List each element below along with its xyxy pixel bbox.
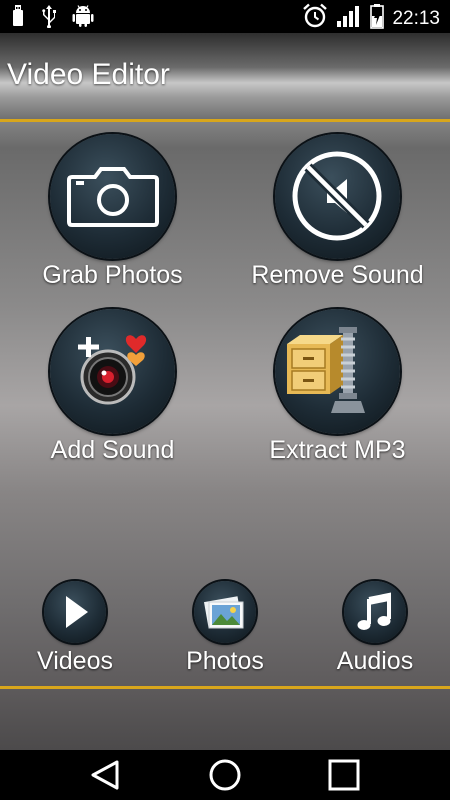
music-note-icon	[344, 581, 406, 643]
system-nav-bar	[0, 750, 450, 800]
title-bar: Video Editor	[0, 33, 450, 122]
audios-label: Audios	[336, 647, 414, 675]
signal-icon	[336, 4, 362, 33]
screen: 22:13 Video Editor Grab Photos Remove So…	[0, 0, 450, 800]
android-icon	[72, 4, 94, 33]
status-time: 22:13	[392, 7, 440, 29]
camera-lens-hearts-icon	[50, 309, 175, 434]
cabinet-zip-icon	[275, 309, 400, 434]
add-sound-label: Add Sound	[50, 436, 175, 464]
remove-sound-button[interactable]: Remove Sound	[225, 134, 450, 299]
grab-photos-label: Grab Photos	[42, 261, 183, 289]
videos-button[interactable]: Videos	[0, 581, 150, 681]
alarm-icon	[302, 3, 328, 34]
play-icon	[44, 581, 106, 643]
usb-trident-icon	[40, 4, 58, 33]
mute-icon	[275, 134, 400, 259]
back-icon[interactable]	[80, 758, 130, 792]
photos-button[interactable]: Photos	[150, 581, 300, 681]
recents-icon[interactable]	[319, 758, 369, 792]
photos-icon	[194, 581, 256, 643]
remove-sound-label: Remove Sound	[251, 261, 424, 289]
photos-label: Photos	[186, 647, 264, 675]
audios-button[interactable]: Audios	[300, 581, 450, 681]
battery-charging-icon	[370, 3, 385, 34]
extract-mp3-button[interactable]: Extract MP3	[225, 309, 450, 474]
add-sound-button[interactable]: Add Sound	[0, 309, 225, 474]
bottom-divider	[0, 686, 450, 689]
grab-photos-button[interactable]: Grab Photos	[0, 134, 225, 299]
status-bar: 22:13	[0, 0, 450, 33]
app-body: Video Editor Grab Photos Remove Sound Ad…	[0, 33, 450, 750]
camera-icon	[50, 134, 175, 259]
extract-mp3-label: Extract MP3	[269, 436, 406, 464]
app-title: Video Editor	[7, 58, 170, 91]
usb-icon	[10, 4, 26, 33]
home-icon[interactable]	[200, 758, 250, 792]
videos-label: Videos	[37, 647, 113, 675]
